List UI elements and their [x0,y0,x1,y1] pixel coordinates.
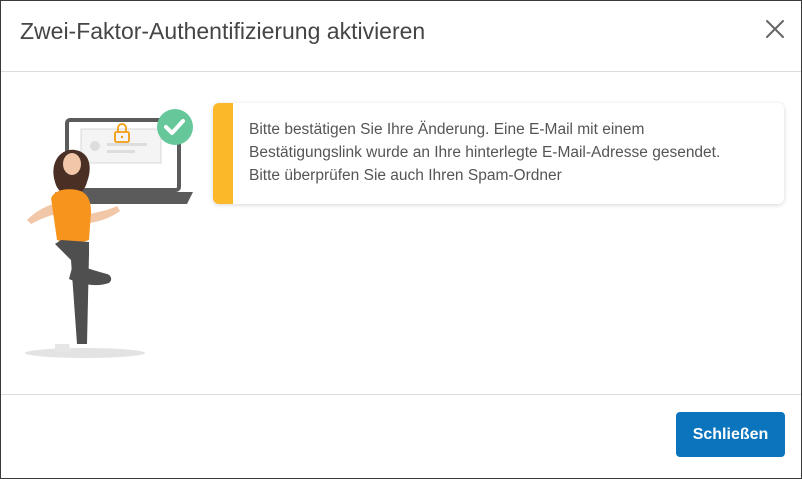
close-icon[interactable] [763,17,787,41]
confirmation-alert: Bitte bestätigen Sie Ihre Änderung. Eine… [213,103,784,204]
dialog-header: Zwei-Faktor-Authentifizierung aktivieren [1,1,801,72]
two-factor-dialog: Zwei-Faktor-Authentifizierung aktivieren [0,0,802,479]
alert-line: Bitte bestätigen Sie Ihre Änderung. Eine… [249,121,645,138]
dialog-footer: Schließen [1,394,801,479]
alert-line: Bitte überprüfen Sie auch Ihren Spam-Ord… [249,167,562,184]
dialog-body: Bitte bestätigen Sie Ihre Änderung. Eine… [1,72,801,394]
close-button[interactable]: Schließen [676,412,785,457]
check-circle-icon [157,109,193,145]
alert-line: Bestätigungslink wurde an Ihre hinterleg… [249,144,721,161]
alert-accent-bar [213,103,233,204]
alert-message: Bitte bestätigen Sie Ihre Änderung. Eine… [249,118,777,187]
dialog-title: Zwei-Faktor-Authentifizierung aktivieren [20,18,426,44]
confirmation-illustration [15,94,205,364]
